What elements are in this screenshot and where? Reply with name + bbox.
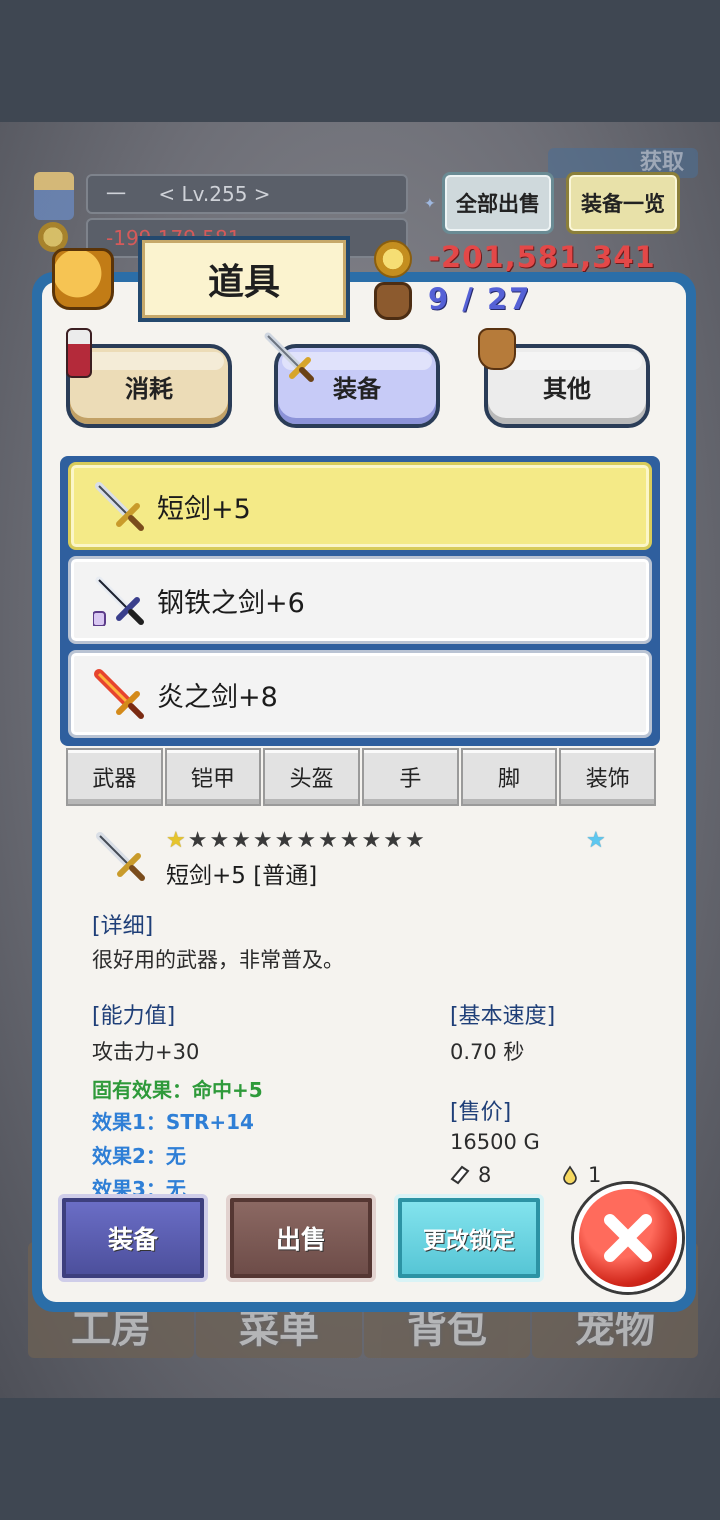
equip-button[interactable]: 装备 <box>58 1194 208 1282</box>
list-item[interactable]: 炎之剑+8 <box>68 650 652 738</box>
whetstone-icon <box>450 1165 470 1185</box>
item-name: 短剑+5 <box>157 493 251 525</box>
tab-equipment-label: 装备 <box>333 374 381 403</box>
equipment-list-button[interactable]: 装备一览 <box>566 172 680 234</box>
effect-2: 效果2：无 <box>92 1144 186 1168</box>
list-item[interactable]: 钢铁之剑+6 <box>68 556 652 644</box>
drop-count-row: 1 <box>560 1163 601 1187</box>
drop-count: 1 <box>588 1163 602 1187</box>
tab-consumables-label: 消耗 <box>125 374 173 403</box>
list-item[interactable]: 短剑+5 <box>68 462 652 550</box>
item-name: 钢铁之剑+6 <box>157 587 305 619</box>
item-name: 炎之剑+8 <box>157 681 278 713</box>
sell-all-button[interactable]: 全部出售 <box>442 172 554 234</box>
gray-star-icons: ★★★★★★★★★★★ <box>187 828 427 853</box>
player-avatar <box>34 172 74 220</box>
price-header: [售价] <box>450 1100 512 1125</box>
base-speed: 0.70 秒 <box>450 1040 525 1064</box>
sell-button[interactable]: 出售 <box>226 1194 376 1282</box>
game-viewport: 一 < Lv.255 > -199,179,581 获取 ✦ 全部出售 装备一览… <box>0 122 720 1398</box>
effect-1: 效果1：STR+14 <box>92 1110 254 1134</box>
flame-sword-icon <box>94 669 144 719</box>
close-icon <box>604 1214 652 1262</box>
sword-icon <box>264 332 314 382</box>
speed-header: [基本速度] <box>450 1004 556 1029</box>
slot-tab-helmet[interactable]: 头盔 <box>263 748 361 806</box>
sack-icon <box>478 328 516 370</box>
backpack-icon <box>374 282 412 320</box>
item-list: 短剑+5 钢铁之剑+6 炎之剑+8 <box>60 456 660 746</box>
fixed-effect: 固有效果：命中+5 <box>92 1078 263 1102</box>
slot-tab-accessory[interactable]: 装饰 <box>559 748 657 806</box>
item-description: 很好用的武器，非常普及。 <box>92 948 344 972</box>
gold-amount: -201,581,341 <box>428 240 656 274</box>
oil-drop-icon <box>563 1165 577 1185</box>
attack-stat: 攻击力+30 <box>92 1040 200 1064</box>
sell-price: 16500 G <box>450 1130 540 1154</box>
slot-tabs: 武器 铠甲 头盔 手 脚 装饰 <box>66 748 657 808</box>
toggle-lock-button[interactable]: 更改锁定 <box>394 1194 544 1282</box>
slot-tab-weapon[interactable]: 武器 <box>66 748 163 806</box>
level-label: < Lv.255 > <box>158 182 271 206</box>
detail-header: [详细] <box>92 914 154 939</box>
slot-tab-armor[interactable]: 铠甲 <box>164 748 262 806</box>
gold-star-icon: ★ <box>166 828 188 853</box>
close-button[interactable] <box>574 1184 682 1292</box>
detail-item-name: 短剑+5 [普通] <box>166 863 318 889</box>
bag-title-icon <box>52 248 114 310</box>
panel-title: 道具 <box>138 236 350 322</box>
whetstone-count-row: 8 <box>450 1163 491 1187</box>
rarity-stars: ★★★★★★★★★★★★ <box>166 828 427 853</box>
blue-star-icon: ★ <box>586 828 606 853</box>
whetstone-count: 8 <box>478 1163 492 1187</box>
detail-sword-icon <box>96 832 145 881</box>
potion-icon <box>66 328 92 378</box>
gold-coin-icon <box>374 240 412 278</box>
short-sword-icon <box>95 482 144 531</box>
level-bar: 一 < Lv.255 > <box>86 174 408 214</box>
small-icon: ✦ <box>424 196 436 212</box>
bag-capacity: 9 / 27 <box>428 282 532 316</box>
slot-tab-hand[interactable]: 手 <box>362 748 459 806</box>
slot-tab-foot[interactable]: 脚 <box>460 748 558 806</box>
stats-header: [能力值] <box>92 1004 176 1029</box>
class-label: 一 <box>106 182 126 206</box>
tab-other-label: 其他 <box>543 374 591 403</box>
steel-sword-icon <box>93 576 144 626</box>
